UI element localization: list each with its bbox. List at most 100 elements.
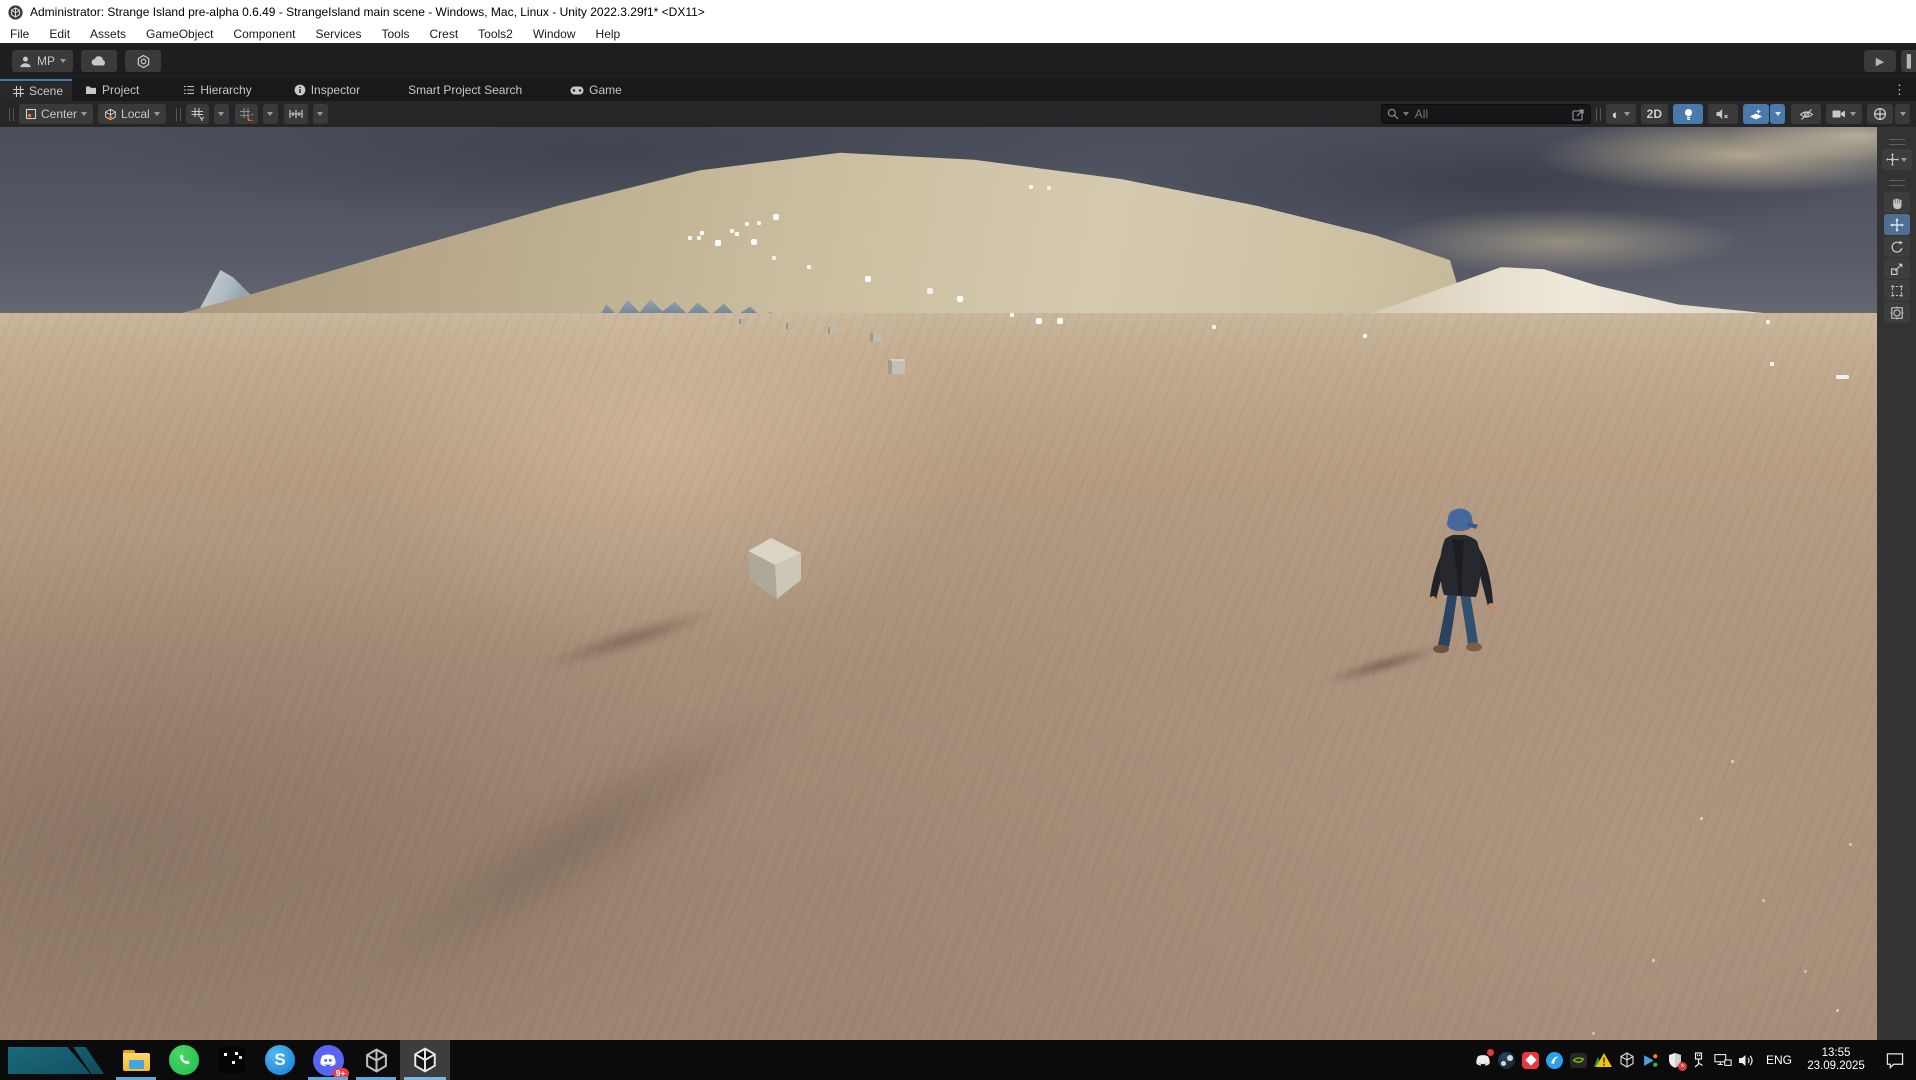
- distant-cube[interactable]: [739, 319, 746, 324]
- hidden-objects-toggle[interactable]: [1791, 104, 1821, 124]
- discord-tray-icon[interactable]: [1474, 1049, 1494, 1069]
- tool-transform[interactable]: [1883, 302, 1910, 323]
- tab-scene[interactable]: Scene: [0, 79, 72, 101]
- red-app-tray-icon[interactable]: [1522, 1051, 1540, 1069]
- nvidia-tray-icon[interactable]: [1570, 1051, 1588, 1069]
- drag-handle[interactable]: [1595, 107, 1601, 121]
- language-indicator[interactable]: ENG: [1762, 1053, 1796, 1067]
- search-input[interactable]: [1412, 106, 1568, 122]
- scene-lighting-toggle[interactable]: [1673, 104, 1703, 124]
- tab-smart-project-search[interactable]: Smart Project Search: [395, 79, 535, 101]
- usb-tray-icon[interactable]: [1690, 1051, 1708, 1069]
- grid-visibility-dropdown[interactable]: [213, 104, 229, 124]
- audio-toggle[interactable]: [1708, 104, 1738, 124]
- unity-tray-icon[interactable]: [1618, 1051, 1636, 1069]
- unity-logo-icon: [8, 4, 23, 20]
- drag-handle[interactable]: [175, 107, 181, 121]
- rotate-icon: [1890, 240, 1903, 253]
- overlay-nav-button[interactable]: [1881, 149, 1912, 170]
- taskbar-whatsapp[interactable]: [160, 1040, 208, 1080]
- scene-gizmo-dropdown[interactable]: [1895, 104, 1910, 124]
- strange-island-logo[interactable]: [8, 1047, 104, 1074]
- tab-project[interactable]: Project: [72, 79, 152, 101]
- menu-item-edit[interactable]: Edit: [39, 24, 80, 43]
- cloud-button[interactable]: [81, 50, 117, 72]
- shading-mode-dropdown[interactable]: ◐: [1605, 104, 1636, 124]
- scene-search-box[interactable]: [1380, 104, 1591, 124]
- search-filter-chevron[interactable]: [1402, 112, 1409, 116]
- snap-increment-button[interactable]: [283, 104, 308, 124]
- male-character[interactable]: [1400, 495, 1500, 660]
- snap-dropdown[interactable]: [262, 104, 278, 124]
- overlay-drag-handle[interactable]: [1888, 180, 1905, 186]
- effects-toggle[interactable]: [1743, 104, 1769, 124]
- steam-tray-icon[interactable]: [1498, 1051, 1516, 1069]
- taskbar-screen-app[interactable]: [208, 1040, 256, 1080]
- audio-mute-icon: [1716, 108, 1730, 120]
- snap-increment-dropdown[interactable]: [312, 104, 328, 124]
- menu-item-window[interactable]: Window: [523, 24, 586, 43]
- distant-white-plate: [1836, 375, 1849, 379]
- grey-cube[interactable]: [745, 533, 809, 603]
- effects-dropdown[interactable]: [1770, 104, 1785, 124]
- tool-scale[interactable]: [1883, 258, 1910, 279]
- taskbar-unity-editor[interactable]: [400, 1040, 450, 1080]
- services-button[interactable]: [125, 50, 161, 72]
- play-button[interactable]: ▶: [1864, 50, 1896, 72]
- menu-item-component[interactable]: Component: [223, 24, 305, 43]
- 2d-label: 2D: [1646, 107, 1662, 121]
- tool-rect[interactable]: [1883, 280, 1910, 301]
- tab-game[interactable]: Game: [557, 79, 635, 101]
- tool-view-hand[interactable]: [1883, 192, 1910, 213]
- defender-tray-icon[interactable]: ×: [1666, 1051, 1687, 1071]
- distant-cube[interactable]: [828, 327, 837, 334]
- menu-item-gameobject[interactable]: GameObject: [136, 24, 223, 43]
- snap-toggle-button[interactable]: [234, 104, 258, 124]
- pivot-dropdown[interactable]: Center: [19, 104, 94, 124]
- chevron-down-icon: [153, 112, 160, 116]
- pebbles: [0, 127, 3, 130]
- menu-item-tools[interactable]: Tools: [371, 24, 419, 43]
- menu-item-assets[interactable]: Assets: [80, 24, 136, 43]
- pause-button[interactable]: ▌: [1901, 50, 1916, 72]
- action-center-icon[interactable]: [1886, 1051, 1904, 1069]
- 2d-toggle-button[interactable]: 2D: [1640, 104, 1668, 124]
- distant-cube[interactable]: [888, 359, 905, 374]
- account-dropdown[interactable]: MP: [12, 50, 73, 72]
- clock[interactable]: 13:55 23.09.2025: [1802, 1047, 1870, 1073]
- camera-settings-dropdown[interactable]: [1826, 104, 1862, 124]
- tool-rotate[interactable]: [1883, 236, 1910, 257]
- orientation-dropdown[interactable]: Local: [98, 104, 166, 124]
- menu-item-help[interactable]: Help: [586, 24, 631, 43]
- kebab-menu-icon[interactable]: ⋮: [1893, 82, 1906, 98]
- chevron-down-icon: [1623, 112, 1630, 116]
- grid-visibility-button[interactable]: [185, 104, 209, 124]
- menu-item-crest[interactable]: Crest: [419, 24, 468, 43]
- speaker-tray-icon[interactable]: [1738, 1051, 1756, 1069]
- warning-tree-tray-icon[interactable]: [1593, 1051, 1612, 1069]
- taskbar-file-explorer[interactable]: [112, 1040, 160, 1080]
- drag-handle[interactable]: [9, 107, 14, 121]
- distant-cube[interactable]: [786, 323, 794, 329]
- arrow-app-tray-icon[interactable]: [1642, 1051, 1660, 1069]
- blue-wave-tray-icon[interactable]: [1546, 1051, 1564, 1069]
- distant-cube[interactable]: [870, 333, 882, 342]
- taskbar-skype[interactable]: S: [256, 1040, 304, 1080]
- tab-inspector[interactable]: Inspector: [281, 79, 373, 101]
- taskbar-discord[interactable]: 9+: [304, 1040, 352, 1080]
- menu-item-file[interactable]: File: [0, 24, 39, 43]
- tool-move[interactable]: [1883, 214, 1910, 235]
- search-icon: [1387, 108, 1399, 120]
- move-icon: [1889, 217, 1904, 232]
- discord-icon: 9+: [312, 1044, 349, 1079]
- open-in-window-icon[interactable]: [1572, 108, 1585, 121]
- network-tray-icon[interactable]: [1714, 1051, 1732, 1069]
- menu-item-tools2[interactable]: Tools2: [468, 24, 523, 43]
- scene-viewport[interactable]: [0, 127, 1877, 1040]
- tab-hierarchy[interactable]: Hierarchy: [170, 79, 264, 101]
- scene-gizmo-button[interactable]: [1867, 104, 1893, 124]
- overlay-drag-handle[interactable]: [1888, 139, 1905, 145]
- camera-icon: [1832, 109, 1846, 119]
- taskbar-unity-hub[interactable]: [352, 1040, 400, 1080]
- menu-item-services[interactable]: Services: [305, 24, 371, 43]
